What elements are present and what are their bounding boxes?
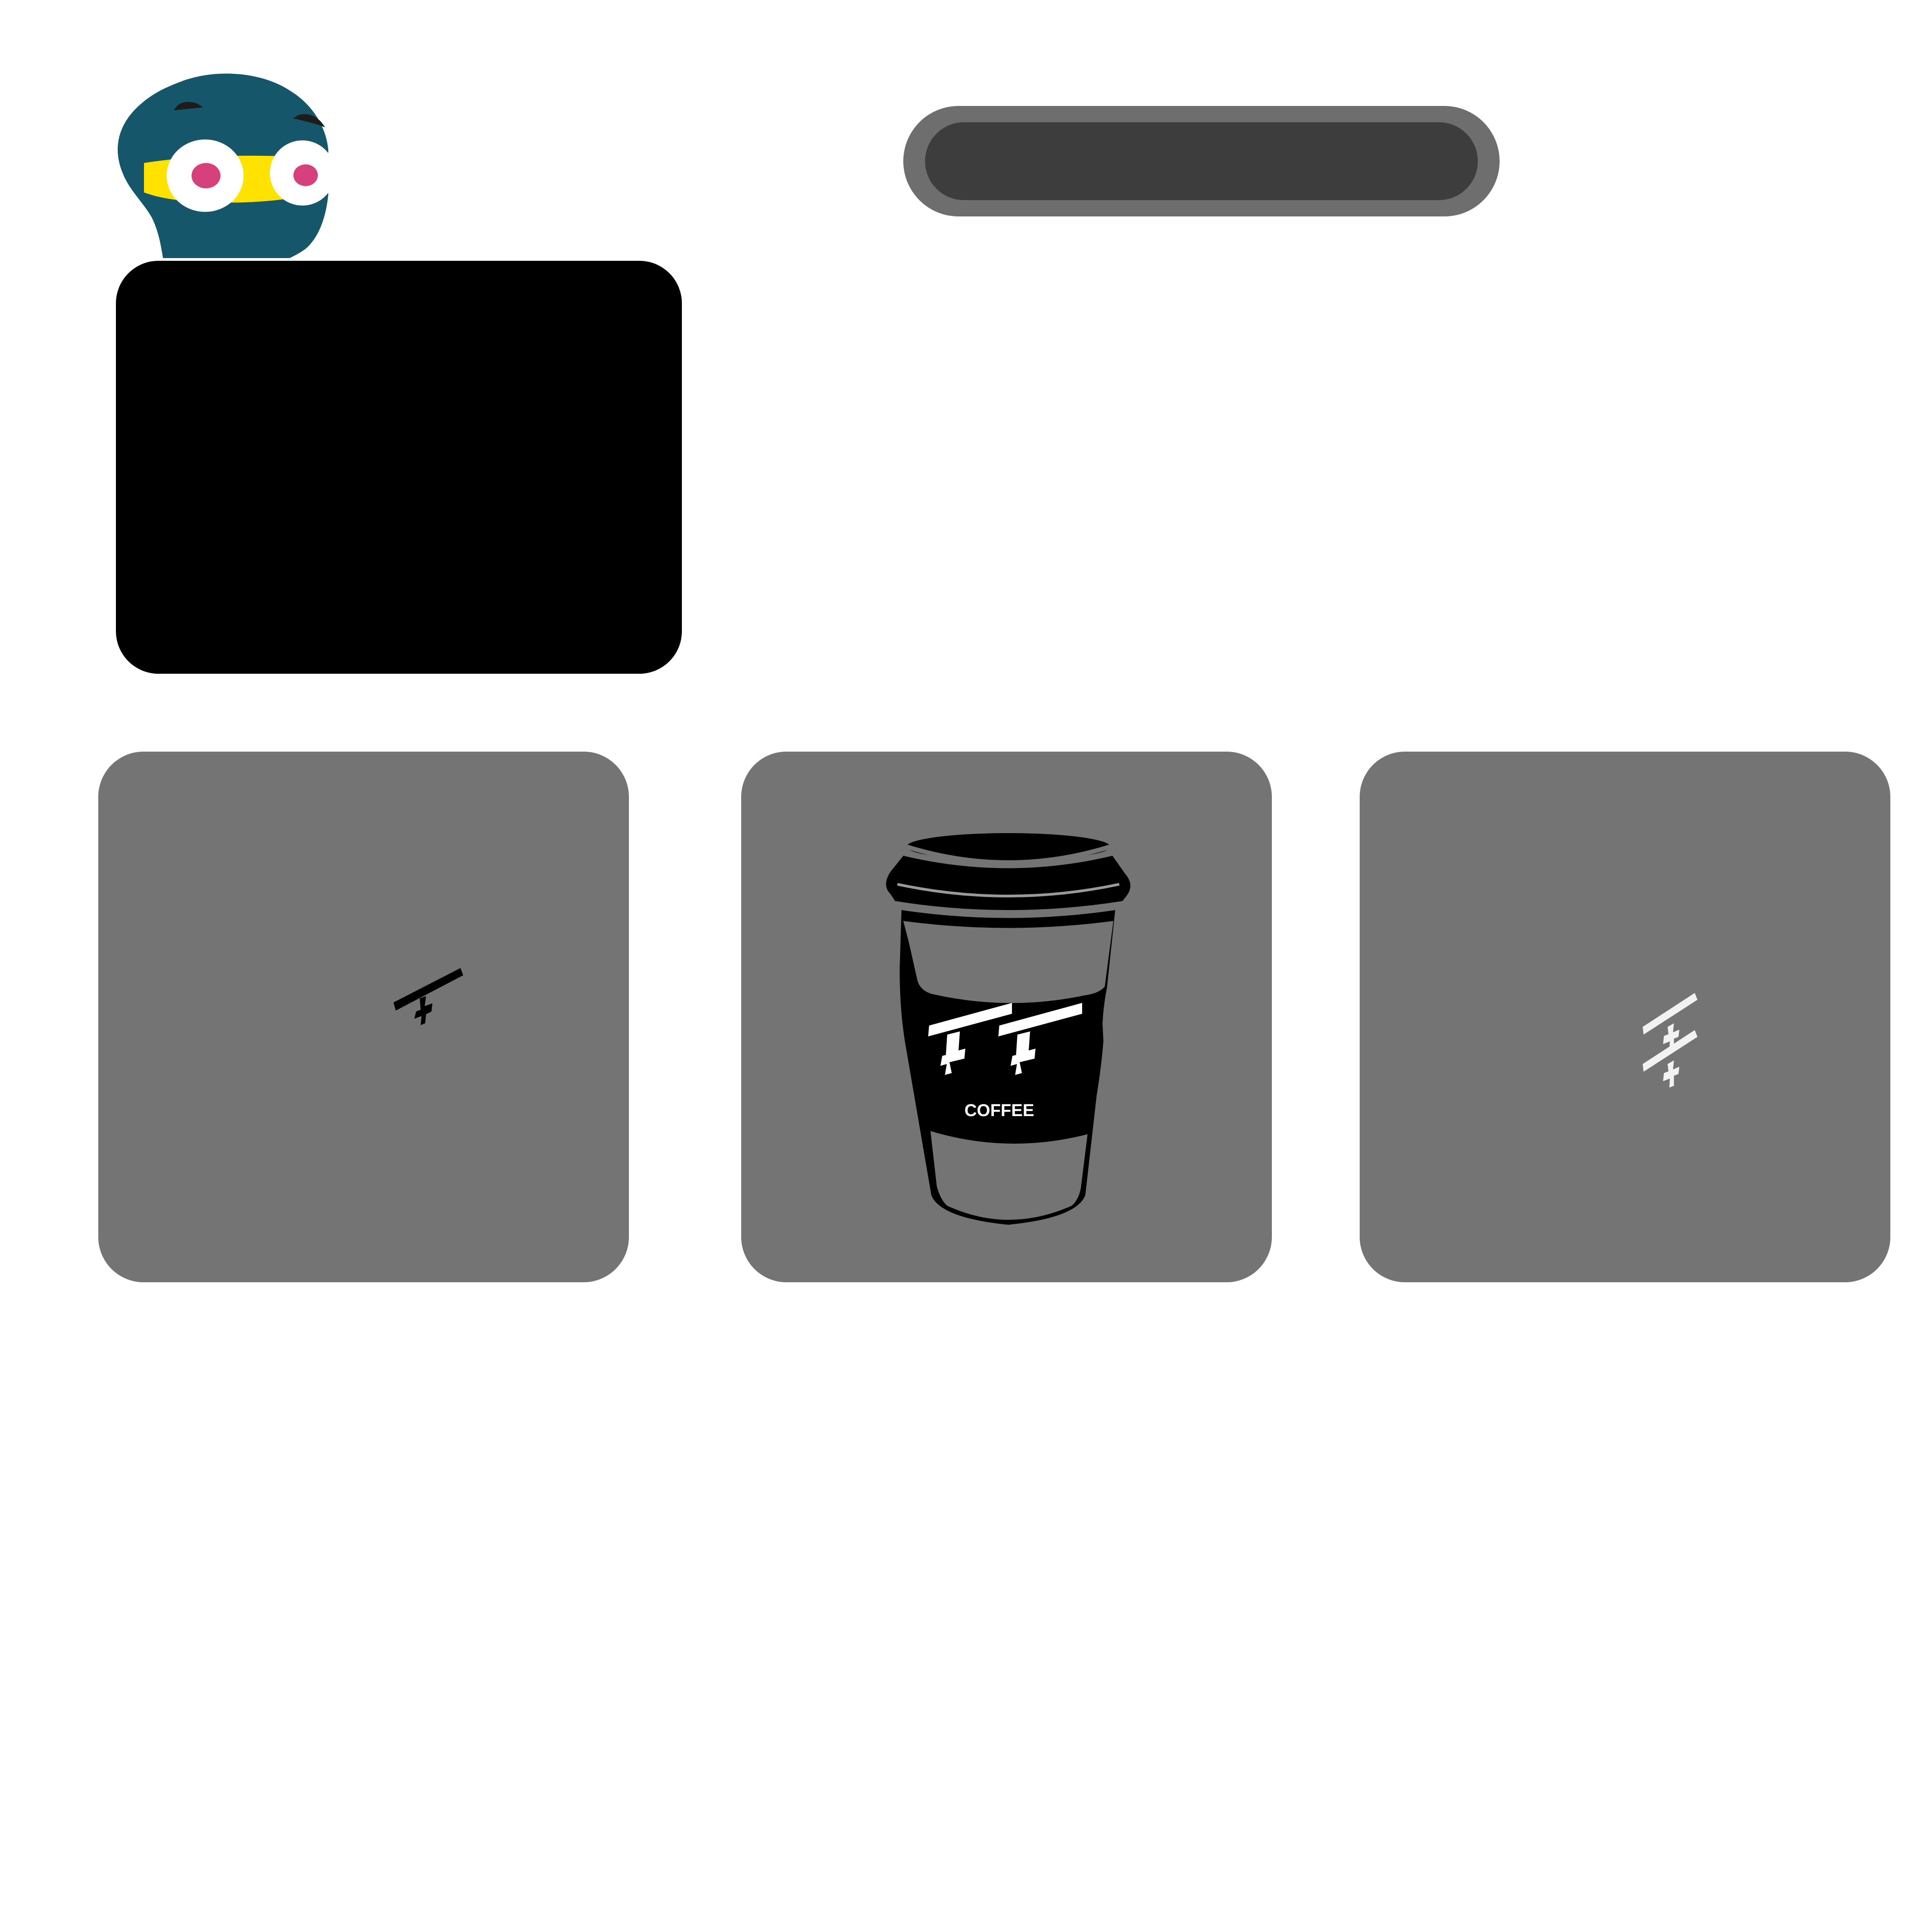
tt-logo-tilted-icon [393,968,463,1025]
search-bar[interactable] [903,106,1500,216]
app-canvas: COFFEE [0,0,1932,1932]
search-field-container[interactable] [925,122,1478,200]
tt-logo-stacked-icon [1643,993,1697,1088]
tile-1[interactable] [98,752,629,1282]
coffee-label: COFFEE [964,1101,1034,1120]
tile-2[interactable]: COFFEE [741,752,1272,1282]
search-input[interactable] [957,142,1446,180]
coffee-cup-icon: COFFEE [886,833,1131,1225]
tile-3[interactable] [1360,752,1890,1282]
mascot-icon [113,72,358,281]
content-panel [116,261,682,674]
